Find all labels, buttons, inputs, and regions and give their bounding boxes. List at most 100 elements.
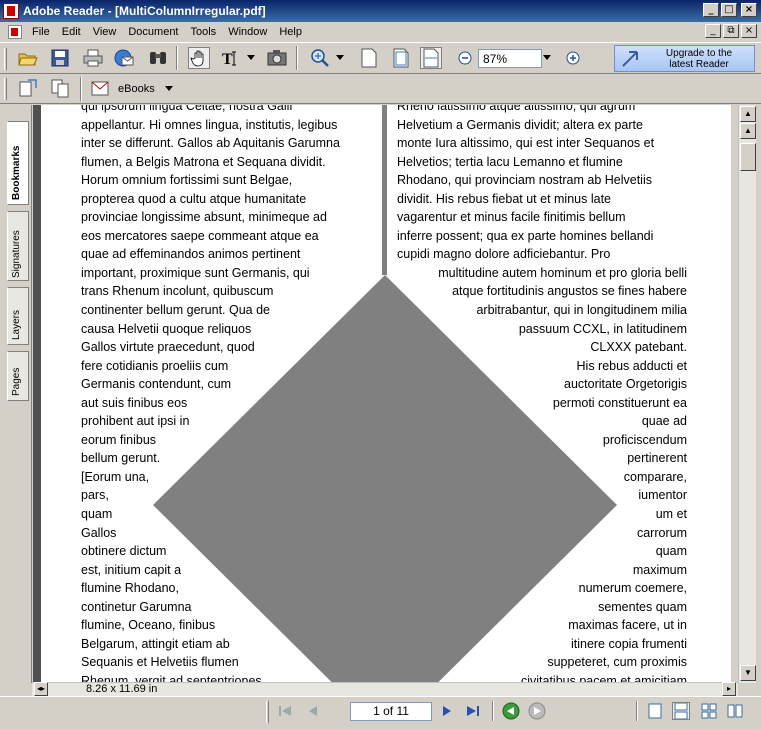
previous-page-icon[interactable] [304, 702, 322, 720]
menu-window[interactable]: Window [222, 26, 273, 38]
doc-minimize-button[interactable]: _ [705, 24, 721, 38]
maximize-button[interactable]: □ [721, 3, 737, 17]
text-line: quae ad effeminandos animos pertinent [81, 247, 301, 262]
continuous-icon[interactable] [672, 702, 690, 720]
text-line: auctoritate Orgetorigis [564, 377, 687, 392]
doc-close-button[interactable]: × [741, 24, 757, 38]
text-line: qui ipsorum lingua Celtae, nostra Galli [81, 105, 293, 113]
zoom-dropdown-icon[interactable] [540, 47, 554, 69]
page-number-input[interactable]: 1 of 11 [350, 702, 432, 721]
text-line: Rheno latissimo atque altissimo, qui agr… [397, 105, 636, 113]
text-line: arbitrabantur, qui in longitudinem milia [476, 303, 687, 318]
zoom-in-icon[interactable] [562, 47, 584, 69]
tab-layers[interactable]: Layers [7, 287, 29, 345]
chevron-down-icon[interactable] [245, 47, 257, 69]
search-binoculars-icon[interactable] [147, 47, 169, 69]
tab-layers-label: Layers [11, 309, 22, 340]
zoom-out-icon[interactable] [454, 47, 476, 69]
text-line: cupidi magno dolore adficiebantur. Pro [397, 247, 611, 262]
rotate-icon[interactable] [17, 77, 39, 99]
text-line: proficiscendum [602, 432, 687, 447]
scroll-up-button[interactable]: ▲ [740, 106, 756, 122]
toolbar-grip[interactable] [4, 48, 7, 70]
text-line: maximas facere, ut in [568, 618, 687, 633]
tab-pages[interactable]: Pages [7, 351, 29, 401]
doc-restore-button[interactable]: ⧉ [723, 24, 739, 38]
scroll-down-button[interactable]: ▼ [740, 665, 756, 681]
fit-width-icon[interactable] [420, 47, 442, 69]
go-back-icon[interactable] [502, 702, 520, 720]
text-line: obtinere dictum [81, 544, 167, 559]
upgrade-label-line2: latest Reader [669, 59, 729, 70]
single-page-icon[interactable] [646, 702, 664, 720]
document-page[interactable]: qui ipsorum lingua Celtae, nostra Galli a… [41, 105, 731, 683]
open-icon[interactable] [17, 47, 39, 69]
text-line: prohibent aut ipsi in [81, 414, 190, 429]
tab-pages-label: Pages [11, 367, 22, 396]
text-line: continenter bellum gerunt. Qua de [81, 303, 271, 318]
adobe-reader-icon [3, 3, 19, 19]
page-up-button[interactable]: ▲ [740, 123, 756, 139]
text-line: numerum coemere, [578, 581, 687, 596]
tab-bookmarks[interactable]: Bookmarks [7, 121, 29, 205]
text-line: Horum omnium fortissimi sunt Belgae, [81, 173, 293, 188]
text-line: appellantur. Hi omnes lingua, institutis… [81, 117, 338, 132]
right-text-column: Rheno latissimo atque altissimo, qui agr… [397, 105, 687, 683]
menu-help[interactable]: Help [273, 26, 308, 38]
text-line: Belgarum, attingit etiam ab [81, 636, 230, 651]
fit-page-icon[interactable] [390, 47, 412, 69]
document-icon[interactable] [8, 25, 22, 39]
facing-icon[interactable] [700, 702, 718, 720]
text-line: aut suis finibus eos [81, 395, 188, 410]
upgrade-icon [622, 51, 638, 67]
text-line: pars, [81, 488, 109, 503]
text-line: passuum CCXL, in latitudinem [518, 321, 687, 336]
snapshot-icon[interactable] [266, 47, 288, 69]
left-text-column: qui ipsorum lingua Celtae, nostra Galli a… [81, 105, 340, 683]
minimize-button[interactable]: _ [703, 3, 719, 17]
email-icon[interactable] [113, 47, 135, 69]
continuous-facing-icon[interactable] [726, 702, 744, 720]
text-line: inter se differunt. Gallos ab Aquitanis … [81, 136, 340, 151]
save-icon[interactable] [49, 47, 71, 69]
upgrade-button[interactable]: Upgrade to the latest Reader [614, 45, 755, 72]
ebooks-button[interactable]: eBooks [90, 79, 174, 99]
chevron-down-icon [164, 86, 173, 91]
navigation-panel: Bookmarks Signatures Layers Pages [4, 105, 32, 683]
menu-document[interactable]: Document [122, 26, 184, 38]
menu-view[interactable]: View [87, 26, 123, 38]
scroll-right-button[interactable]: ▸ [722, 682, 736, 696]
ebooks-label: eBooks [118, 83, 155, 95]
menu-edit[interactable]: Edit [56, 26, 87, 38]
text-line: flumen, a Belgis Matrona et Sequana divi… [81, 154, 326, 169]
chevron-down-icon[interactable] [334, 47, 346, 69]
window-title: Adobe Reader - [MultiColumnIrregular.pdf… [23, 4, 266, 18]
tab-bookmarks-label: Bookmarks [11, 145, 22, 200]
text-line: Helvetios; tertia lacu Lemanno et flumin… [397, 154, 623, 169]
select-text-icon[interactable]: T [220, 47, 242, 69]
actual-size-icon[interactable] [358, 47, 380, 69]
zoom-in-tool-icon[interactable] [309, 47, 331, 69]
next-page-icon[interactable] [438, 702, 456, 720]
text-line: atque fortitudinis angustos se fines hab… [452, 284, 687, 299]
last-page-icon[interactable] [464, 702, 482, 720]
first-page-icon[interactable] [276, 702, 294, 720]
vertical-scrollbar[interactable]: ▲ ▲ ▼ [738, 105, 756, 683]
svg-text:T: T [222, 51, 233, 67]
print-icon[interactable] [82, 47, 104, 69]
scroll-thumb[interactable] [740, 143, 756, 171]
menu-file[interactable]: File [26, 26, 56, 38]
tab-signatures[interactable]: Signatures [7, 211, 29, 281]
pages-icon[interactable] [49, 77, 71, 99]
go-forward-icon[interactable] [528, 702, 546, 720]
text-line: flumine Rhodano, [81, 581, 179, 596]
toolbar-grip[interactable] [4, 78, 7, 100]
horizontal-scrollbar[interactable]: ◂▸ 8.26 x 11.69 in ▸ [32, 682, 738, 696]
close-button[interactable]: × [741, 3, 757, 17]
hand-tool-icon[interactable] [188, 47, 210, 69]
text-line: Sequanis et Helvetiis flumen [81, 655, 239, 670]
menu-bar: File Edit View Document Tools Window Hel… [0, 22, 761, 42]
zoom-input[interactable]: 87% [478, 49, 542, 68]
menu-tools[interactable]: Tools [185, 26, 223, 38]
scroll-left-button[interactable]: ◂▸ [34, 682, 48, 696]
